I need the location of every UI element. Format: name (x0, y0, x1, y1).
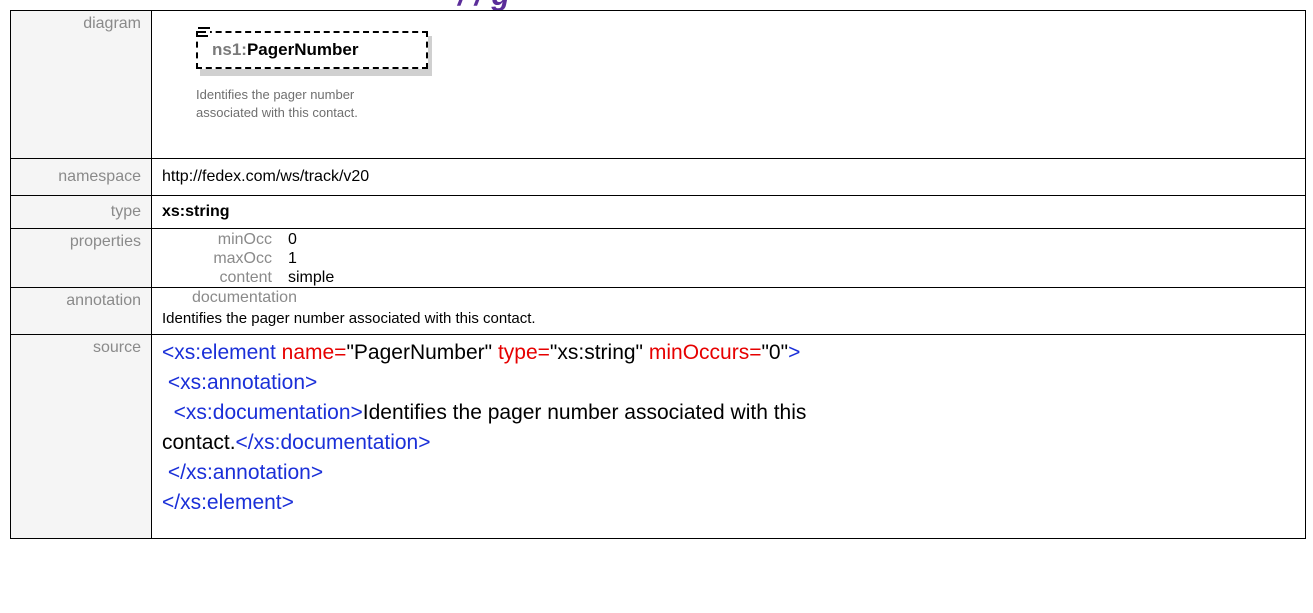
property-value: simple (288, 269, 335, 286)
property-key: maxOcc (213, 250, 272, 267)
diagram-cell: ns1: PagerNumber Identifies the pager num… (151, 10, 1306, 159)
properties-grid: minOcc 0 maxOcc 1 content simple (162, 229, 1295, 287)
properties-cell: minOcc 0 maxOcc 1 content simple (151, 228, 1306, 288)
source-row: source <xs:element name="PagerNumber" ty… (10, 334, 1306, 539)
source-label: source (10, 334, 152, 539)
type-value: xs:string (151, 195, 1306, 229)
src-token: minOccurs= (648, 341, 762, 364)
type-label: type (10, 195, 152, 229)
annotation-key: documentation (192, 289, 297, 306)
src-token: "PagerNumber" (346, 341, 493, 364)
src-token: </xs:documentation> (235, 431, 431, 454)
type-row: type xs:string (10, 195, 1306, 229)
namespace-row: namespace http://fedex.com/ws/track/v20 (10, 158, 1306, 196)
element-node-prefix: ns1: (212, 40, 247, 59)
namespace-label: namespace (10, 158, 152, 196)
source-code: <xs:element name="PagerNumber" type="xs:… (162, 335, 1295, 518)
annotation-text: Identifies the pager number associated w… (162, 310, 536, 327)
src-token: </xs:annotation> (167, 461, 324, 484)
src-token: <xs:documentation> (173, 401, 363, 424)
property-value: 1 (288, 250, 297, 267)
annotation-row: annotation documentation Identifies the … (10, 287, 1306, 335)
diagram-documentation: Identifies the pager number associated w… (196, 87, 358, 120)
src-token: "xs:string" (549, 341, 644, 364)
src-token: <xs:annotation> (167, 371, 318, 394)
src-token: name= (281, 341, 347, 364)
src-token: contact. (162, 431, 236, 454)
src-token: <xs:element (162, 341, 276, 364)
annotation-lines-icon (198, 27, 210, 39)
src-token: > (788, 341, 801, 364)
diagram-label: diagram (10, 10, 152, 159)
diagram-row: diagram ns1: PagerNumber Identifies the p… (10, 10, 1306, 159)
properties-label: properties (10, 228, 152, 288)
type-value-text[interactable]: xs:string (162, 203, 230, 220)
element-node[interactable]: ns1: PagerNumber (196, 31, 428, 69)
diagram-canvas: ns1: PagerNumber Identifies the pager num… (162, 11, 1295, 156)
property-key: minOcc (217, 231, 272, 248)
property-value: 0 (288, 231, 297, 248)
element-node-name: PagerNumber (246, 40, 359, 59)
annotation-cell: documentation Identifies the pager numbe… (151, 287, 1306, 335)
src-token: Identifies the pager number associated w… (362, 401, 807, 424)
annotation-label: annotation (10, 287, 152, 335)
element-doc-table: diagram ns1: PagerNumber Identifies the p… (10, 10, 1306, 539)
namespace-value: http://fedex.com/ws/track/v20 (151, 158, 1306, 196)
src-token: "0" (761, 341, 789, 364)
source-cell: <xs:element name="PagerNumber" type="xs:… (151, 334, 1306, 539)
src-token: type= (497, 341, 550, 364)
property-key: content (219, 269, 272, 286)
properties-row: properties minOcc 0 maxOcc 1 content sim… (10, 228, 1306, 288)
page-title: / / g (458, 0, 510, 10)
src-token: </xs:element> (162, 491, 294, 514)
page-title-strip: / / g (0, 0, 1313, 10)
